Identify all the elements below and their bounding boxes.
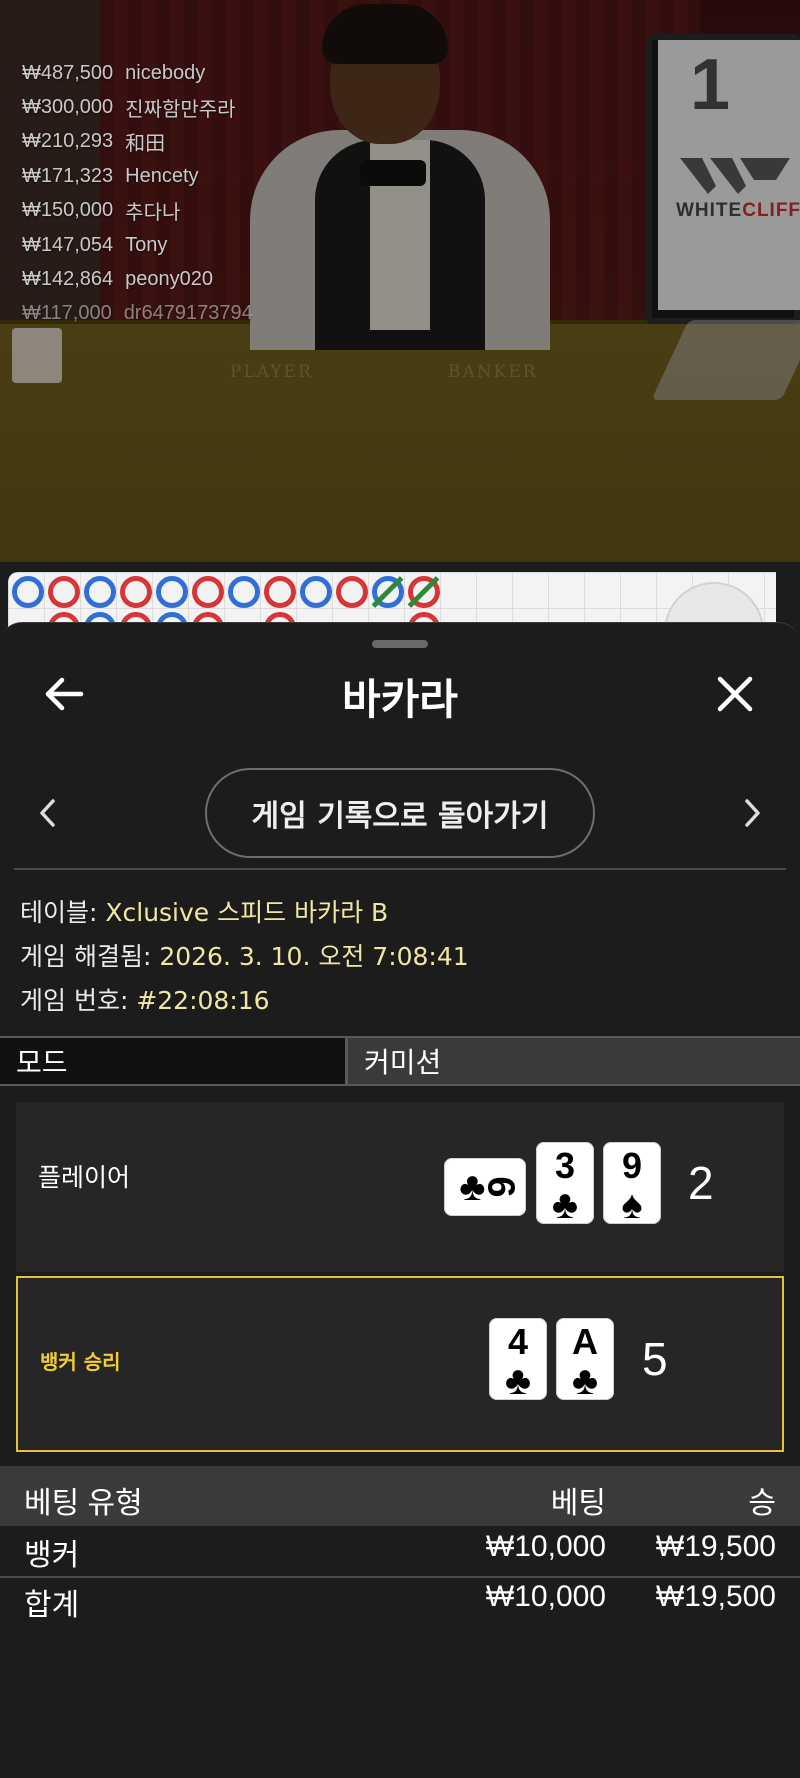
total-label: 합계 [24,1589,80,1622]
road-banker-mark [120,576,152,608]
tab-commission[interactable]: 커미션 [348,1038,800,1084]
road-banker-mark [336,576,368,608]
road-player-mark [300,576,332,608]
bet-type: 뱅커 [24,1539,80,1572]
bets-table-header: 베팅 유형 베팅 승 [0,1466,800,1526]
close-icon [717,676,753,712]
divider [0,1576,800,1578]
winner-row: ₩147,054 Tony [22,233,168,256]
playing-card: A ♣ [556,1318,614,1401]
bet-amount: ₩10,000 [485,1530,606,1563]
resolved-info: 게임 해결됨: 2026. 3. 10. 오전 7:08:41 [20,942,469,971]
total-win: ₩19,500 [655,1580,776,1613]
total-bet: ₩10,000 [485,1580,606,1613]
winner-row: ₩150,000 추다나 [22,199,181,225]
chevron-right-icon [745,799,760,827]
banker-hand: 뱅커 승리 [16,1276,784,1452]
winner-row: ₩171,323 Hencety [22,164,199,187]
live-video: PLAYER BANKER 1 WHITECLIFF ₩487,500 niceb… [0,0,800,562]
player-score: 2 [688,1157,714,1209]
road-banker-mark [264,576,296,608]
column-bet: 베팅 [550,1487,606,1520]
close-button[interactable] [705,664,765,724]
winners-list: ₩487,500 nicebody ₩300,000 진짜함만주라 ₩210,293… [22,56,253,331]
winner-row: ₩142,864 peony020 [22,268,214,291]
table-info: 테이블: Xclusive 스피드 바카라 B [20,898,389,927]
playing-card: 4 ♣ [489,1318,547,1401]
back-to-history-button[interactable]: 게임 기록으로 돌아가기 [205,768,595,858]
prev-game-button[interactable] [18,783,78,843]
game-number-info: 게임 번호: #22:08:16 [20,986,270,1015]
column-bet-type: 베팅 유형 [24,1487,143,1520]
chevron-left-icon [40,799,55,827]
next-game-button[interactable] [722,783,782,843]
road-player-mark [228,576,260,608]
winner-row: ₩487,500 nicebody [22,61,206,84]
banker-score: 5 [642,1333,668,1385]
sheet-drag-handle[interactable] [372,640,428,648]
winner-row: ₩300,000 진짜함만주라 [22,96,236,122]
playing-card: ♣ 6 [444,1158,526,1216]
banker-win-label: 뱅커 승리 [40,1350,121,1374]
road-banker-mark [48,576,80,608]
tab-mode[interactable]: 모드 [0,1038,348,1084]
road-player-mark [12,576,44,608]
playing-card: 9 ♠ [603,1142,661,1225]
playing-card: 3 ♣ [536,1142,594,1225]
road-banker-mark [192,576,224,608]
total-row: 합계 ₩10,000 ₩19,500 [0,1580,800,1628]
winner-row: ₩210,293 和田 [22,130,166,156]
player-hand: 플레이어 [16,1102,784,1272]
mode-tabs: 모드 커미션 [0,1036,800,1086]
column-win: 승 [748,1487,776,1520]
road-player-mark [84,576,116,608]
page-title: 바카라 [342,675,458,724]
divider [14,868,786,870]
winner-row: ₩117,000 dr6479173794 [22,302,253,325]
win-amount: ₩19,500 [655,1530,776,1563]
player-hand-label: 플레이어 [38,1163,131,1192]
table-row: 뱅커 ₩10,000 ₩19,500 [0,1530,800,1578]
road-player-mark [156,576,188,608]
